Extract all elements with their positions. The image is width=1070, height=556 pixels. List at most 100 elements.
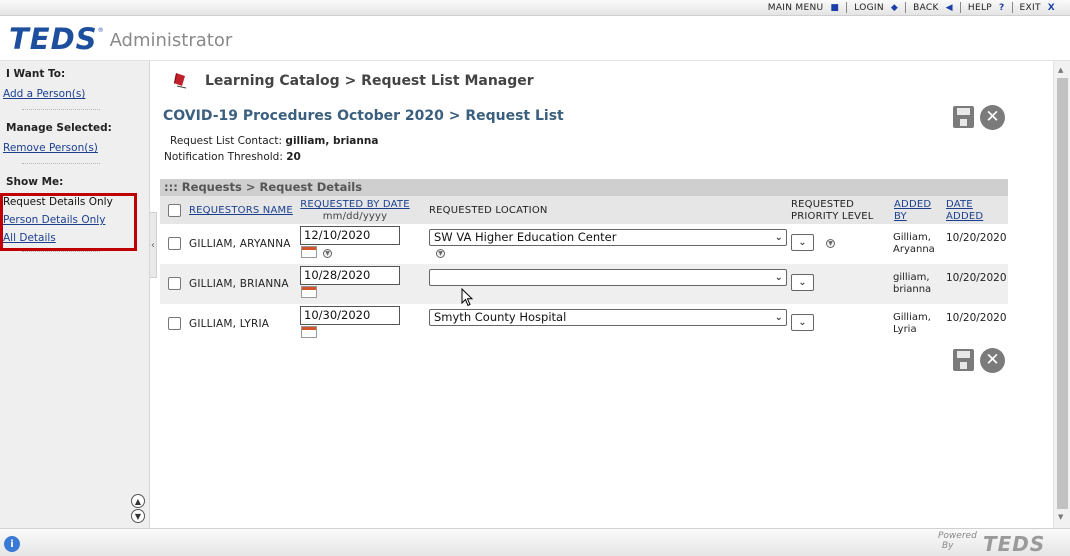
added-by-line2: brianna	[893, 284, 932, 295]
table-header: REQUESTORS NAME REQUESTED BY DATE mm/dd/…	[160, 196, 1008, 224]
sidebar: I Want To: Add a Person(s) Manage Select…	[0, 61, 150, 528]
calendar-icon[interactable]	[301, 246, 317, 258]
request-list-title: COVID-19 Procedures October 2020 > Reque…	[163, 108, 564, 124]
logo-mark: TEDS	[9, 22, 98, 56]
col-requested-priority: REQUESTED PRIORITY LEVEL	[791, 199, 874, 223]
book-icon	[174, 73, 187, 89]
priority-select[interactable]: ⌄	[791, 274, 814, 291]
added-by-line1: gilliam,	[893, 272, 930, 283]
priority-dropdown-icon[interactable]: ▼	[826, 239, 835, 248]
top-nav-links: MAIN MENU ■ LOGIN ◆ BACK ◀ HELP ? EXIT X	[761, 2, 1062, 13]
calendar-icon[interactable]	[301, 326, 317, 338]
added-by-line2: Lyria	[893, 324, 917, 335]
location-dropdown-icon[interactable]: ▼	[436, 249, 445, 258]
divider	[22, 251, 100, 252]
requestor-name: GILLIAM, LYRIA	[189, 318, 270, 330]
col-added-by-line2[interactable]: BY	[894, 211, 931, 223]
location-select[interactable]: Smyth County Hospital ⌄	[429, 309, 787, 326]
back-link[interactable]: BACK ◀	[906, 2, 961, 13]
requested-date-input[interactable]: 10/30/2020	[300, 306, 400, 325]
requested-date-input[interactable]: 12/10/2020	[300, 226, 400, 245]
add-person-link[interactable]: Add a Person(s)	[3, 88, 85, 100]
divider	[22, 163, 100, 164]
requested-date-input[interactable]: 10/28/2020	[300, 266, 400, 285]
remove-person-link[interactable]: Remove Person(s)	[3, 142, 98, 154]
col-priority-line2: PRIORITY LEVEL	[791, 211, 874, 222]
col-requested-by-date[interactable]: REQUESTED BY DATE mm/dd/yyyy	[300, 199, 410, 223]
main-menu-link[interactable]: MAIN MENU ■	[761, 2, 848, 13]
sidebar-scroll-down-icon[interactable]: ▼	[131, 509, 145, 523]
date-added: 10/20/2020	[946, 272, 1007, 284]
location-select[interactable]: SW VA Higher Education Center ⌄	[429, 229, 787, 246]
threshold-value: 20	[286, 151, 301, 163]
chevron-down-icon: ⌄	[798, 277, 807, 288]
location-select[interactable]: ⌄	[429, 269, 787, 286]
chevron-down-icon: ⌄	[774, 312, 783, 323]
row-checkbox[interactable]	[168, 277, 181, 290]
save-icon[interactable]	[953, 349, 974, 371]
request-list-contact: Request List Contact: gilliam, brianna	[170, 135, 378, 147]
main-menu-label: MAIN MENU	[767, 2, 824, 13]
mouse-cursor-icon	[461, 288, 474, 307]
login-link[interactable]: LOGIN ◆	[847, 2, 907, 13]
sidebar-collapse-handle[interactable]: ‹	[150, 212, 157, 278]
exit-icon: X	[1047, 2, 1055, 13]
scroll-up-icon[interactable]: ▲	[1058, 66, 1063, 74]
col-added-by-line1[interactable]: ADDED	[894, 199, 931, 211]
close-icon[interactable]: ✕	[980, 348, 1005, 373]
date-added: 10/20/2020	[946, 312, 1007, 324]
select-all-checkbox[interactable]	[168, 204, 181, 217]
chevron-down-icon: ⌄	[774, 272, 783, 283]
row-checkbox[interactable]	[168, 317, 181, 330]
priority-select[interactable]: ⌄	[791, 234, 814, 251]
show-me-heading: Show Me:	[6, 176, 64, 188]
added-by-line1: Gilliam,	[893, 312, 931, 323]
help-icon: ?	[999, 2, 1005, 13]
exit-link[interactable]: EXIT X	[1013, 2, 1062, 13]
powered-by-text: Powered By	[938, 531, 977, 551]
save-icon[interactable]	[953, 106, 974, 128]
added-by: Gilliam, Aryanna	[893, 232, 935, 256]
requestor-name: GILLIAM, BRIANNA	[189, 278, 289, 290]
added-by: gilliam, brianna	[893, 272, 931, 296]
powered-line1: Powered	[938, 531, 977, 541]
col-requestors-name[interactable]: REQUESTORS NAME	[189, 205, 293, 217]
app-name: Administrator	[109, 30, 233, 51]
close-icon[interactable]: ✕	[980, 105, 1005, 130]
row-checkbox[interactable]	[168, 237, 181, 250]
help-label: HELP	[967, 2, 992, 13]
date-dropdown-icon[interactable]: ▼	[323, 249, 332, 258]
square-icon: ■	[830, 2, 840, 13]
main-scrollbar[interactable]: ▲ ▼	[1053, 61, 1070, 528]
col-date-added[interactable]: DATE ADDED	[946, 199, 983, 223]
col-date-added-line2[interactable]: ADDED	[946, 211, 983, 223]
powered-by-logo: TEDS	[983, 532, 1046, 556]
col-requested-location: REQUESTED LOCATION	[429, 205, 548, 216]
back-label: BACK	[913, 2, 939, 13]
scroll-down-icon[interactable]: ▼	[1058, 513, 1063, 521]
date-format-hint: mm/dd/yyyy	[322, 211, 388, 222]
chevron-down-icon: ⌄	[774, 232, 783, 243]
col-requested-by-date-label[interactable]: REQUESTED BY DATE	[300, 199, 409, 210]
location-value: SW VA Higher Education Center	[434, 230, 617, 244]
powered-line2: By	[942, 541, 954, 551]
info-icon[interactable]: i	[4, 536, 20, 552]
added-by-line1: Gilliam,	[893, 232, 931, 243]
i-want-to-heading: I Want To:	[6, 68, 66, 80]
scrollbar-thumb[interactable]	[1057, 78, 1068, 509]
calendar-icon[interactable]	[301, 286, 317, 298]
threshold-label: Notification Threshold:	[164, 151, 283, 163]
date-added: 10/20/2020	[946, 232, 1007, 244]
sidebar-scroll-up-icon[interactable]: ▲	[131, 494, 145, 508]
priority-select[interactable]: ⌄	[791, 314, 814, 331]
table-row: GILLIAM, LYRIA 10/30/2020 Smyth County H…	[160, 304, 1008, 344]
help-link[interactable]: HELP ?	[961, 2, 1013, 13]
page-breadcrumb: Learning Catalog > Request List Manager	[205, 73, 534, 89]
col-date-added-line1[interactable]: DATE	[946, 199, 983, 211]
teds-logo: TEDS ® Administrator	[9, 22, 233, 56]
table-row: GILLIAM, ARYANNA 12/10/2020 ▼ SW VA High…	[160, 224, 1008, 264]
manage-selected-heading: Manage Selected:	[6, 122, 112, 134]
divider	[22, 109, 100, 110]
col-added-by[interactable]: ADDED BY	[894, 199, 931, 223]
exit-label: EXIT	[1019, 2, 1041, 13]
